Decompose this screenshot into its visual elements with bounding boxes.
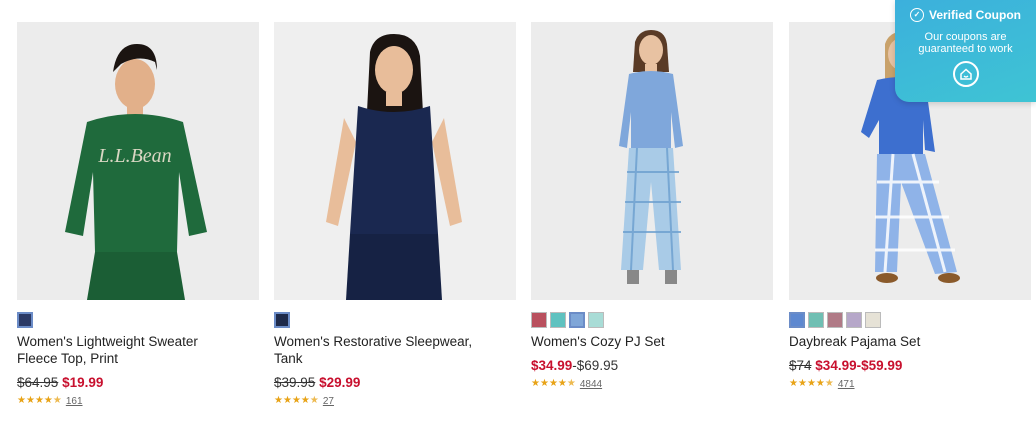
model-photo — [274, 22, 516, 300]
product-rating: ★ ★ ★ ★ ★ 4844 — [531, 377, 773, 391]
model-photo: L.L.Bean — [17, 22, 259, 300]
product-rating: ★ ★ ★ ★ ★ 471 — [789, 377, 1031, 391]
color-swatch[interactable] — [569, 312, 585, 328]
color-swatch[interactable] — [17, 312, 33, 328]
review-count-link[interactable]: 161 — [66, 396, 83, 407]
product-rating: ★ ★ ★ ★ ★ 161 — [17, 394, 259, 408]
color-swatch[interactable] — [588, 312, 604, 328]
verified-coupon-badge[interactable]: ✓ Verified Coupon Our coupons are guaran… — [895, 0, 1036, 102]
color-swatch[interactable] — [531, 312, 547, 328]
color-swatches — [274, 312, 516, 328]
review-count-link[interactable]: 471 — [838, 379, 855, 390]
original-price: $74 — [789, 358, 812, 373]
color-swatches — [789, 312, 1031, 328]
coupon-header: ✓ Verified Coupon — [895, 8, 1036, 22]
color-swatch[interactable] — [808, 312, 824, 328]
product-image[interactable] — [531, 22, 773, 300]
product-price: $64.95 $19.99 — [17, 374, 259, 391]
sale-price: $19.99 — [62, 375, 104, 390]
product-grid: L.L.Bean Women's Lightweight Sweater Fle… — [0, 0, 1036, 438]
coupon-line-1: Our coupons are — [924, 31, 1007, 43]
product-image[interactable]: L.L.Bean — [17, 22, 259, 300]
star-rating-icon: ★ ★ ★ ★ ★ — [531, 378, 576, 389]
coupon-line-2: guaranteed to work — [918, 43, 1013, 55]
sale-price: $34.99 — [531, 358, 573, 373]
product-card: L.L.Bean Women's Lightweight Sweater Fle… — [17, 22, 259, 408]
product-price: $74 $34.99-$59.99 — [789, 357, 1031, 374]
color-swatch[interactable] — [865, 312, 881, 328]
product-image[interactable] — [274, 22, 516, 300]
checkmark-icon: ✓ — [909, 8, 924, 22]
original-price: $39.95 — [274, 375, 316, 390]
star-rating-icon: ★ ★ ★ ★ ★ — [274, 395, 319, 406]
color-swatch[interactable] — [274, 312, 290, 328]
color-swatch[interactable] — [827, 312, 843, 328]
color-swatches — [531, 312, 773, 328]
product-price: $39.95 $29.99 — [274, 374, 516, 391]
color-swatch[interactable] — [789, 312, 805, 328]
product-card: Women's Cozy PJ Set $34.99-$69.95 ★ ★ ★ ★ ★ … — [531, 22, 773, 391]
model-photo — [531, 22, 773, 300]
original-price: $64.95 — [17, 375, 59, 390]
color-swatch[interactable] — [550, 312, 566, 328]
product-card: Women's Restorative Sleepwear, Tank $39.… — [274, 22, 516, 408]
sale-price: $34.99-$59.99 — [815, 358, 903, 373]
product-name[interactable]: Daybreak Pajama Set — [789, 333, 1004, 350]
svg-text:L.L.Bean: L.L.Bean — [97, 145, 171, 167]
coupon-title: Verified Coupon — [928, 8, 1021, 22]
review-count-link[interactable]: 4844 — [580, 379, 602, 390]
product-name[interactable]: Women's Lightweight Sweater Fleece Top, … — [17, 333, 232, 367]
color-swatches — [17, 312, 259, 328]
star-rating-icon: ★ ★ ★ ★ ★ — [17, 395, 62, 406]
product-rating: ★ ★ ★ ★ ★ 27 — [274, 394, 516, 408]
star-rating-icon: ★ ★ ★ ★ ★ — [789, 378, 834, 389]
color-swatch[interactable] — [846, 312, 862, 328]
product-name[interactable]: Women's Restorative Sleepwear, Tank — [274, 333, 489, 367]
coupon-subtitle: Our coupons are guaranteed to work — [895, 31, 1036, 55]
sale-price: $29.99 — [319, 375, 361, 390]
product-name[interactable]: Women's Cozy PJ Set — [531, 333, 746, 350]
product-price: $34.99-$69.95 — [531, 357, 773, 374]
review-count-link[interactable]: 27 — [323, 396, 334, 407]
price-range-max: -$69.95 — [572, 358, 619, 373]
coupon-logo-icon[interactable] — [952, 61, 979, 87]
